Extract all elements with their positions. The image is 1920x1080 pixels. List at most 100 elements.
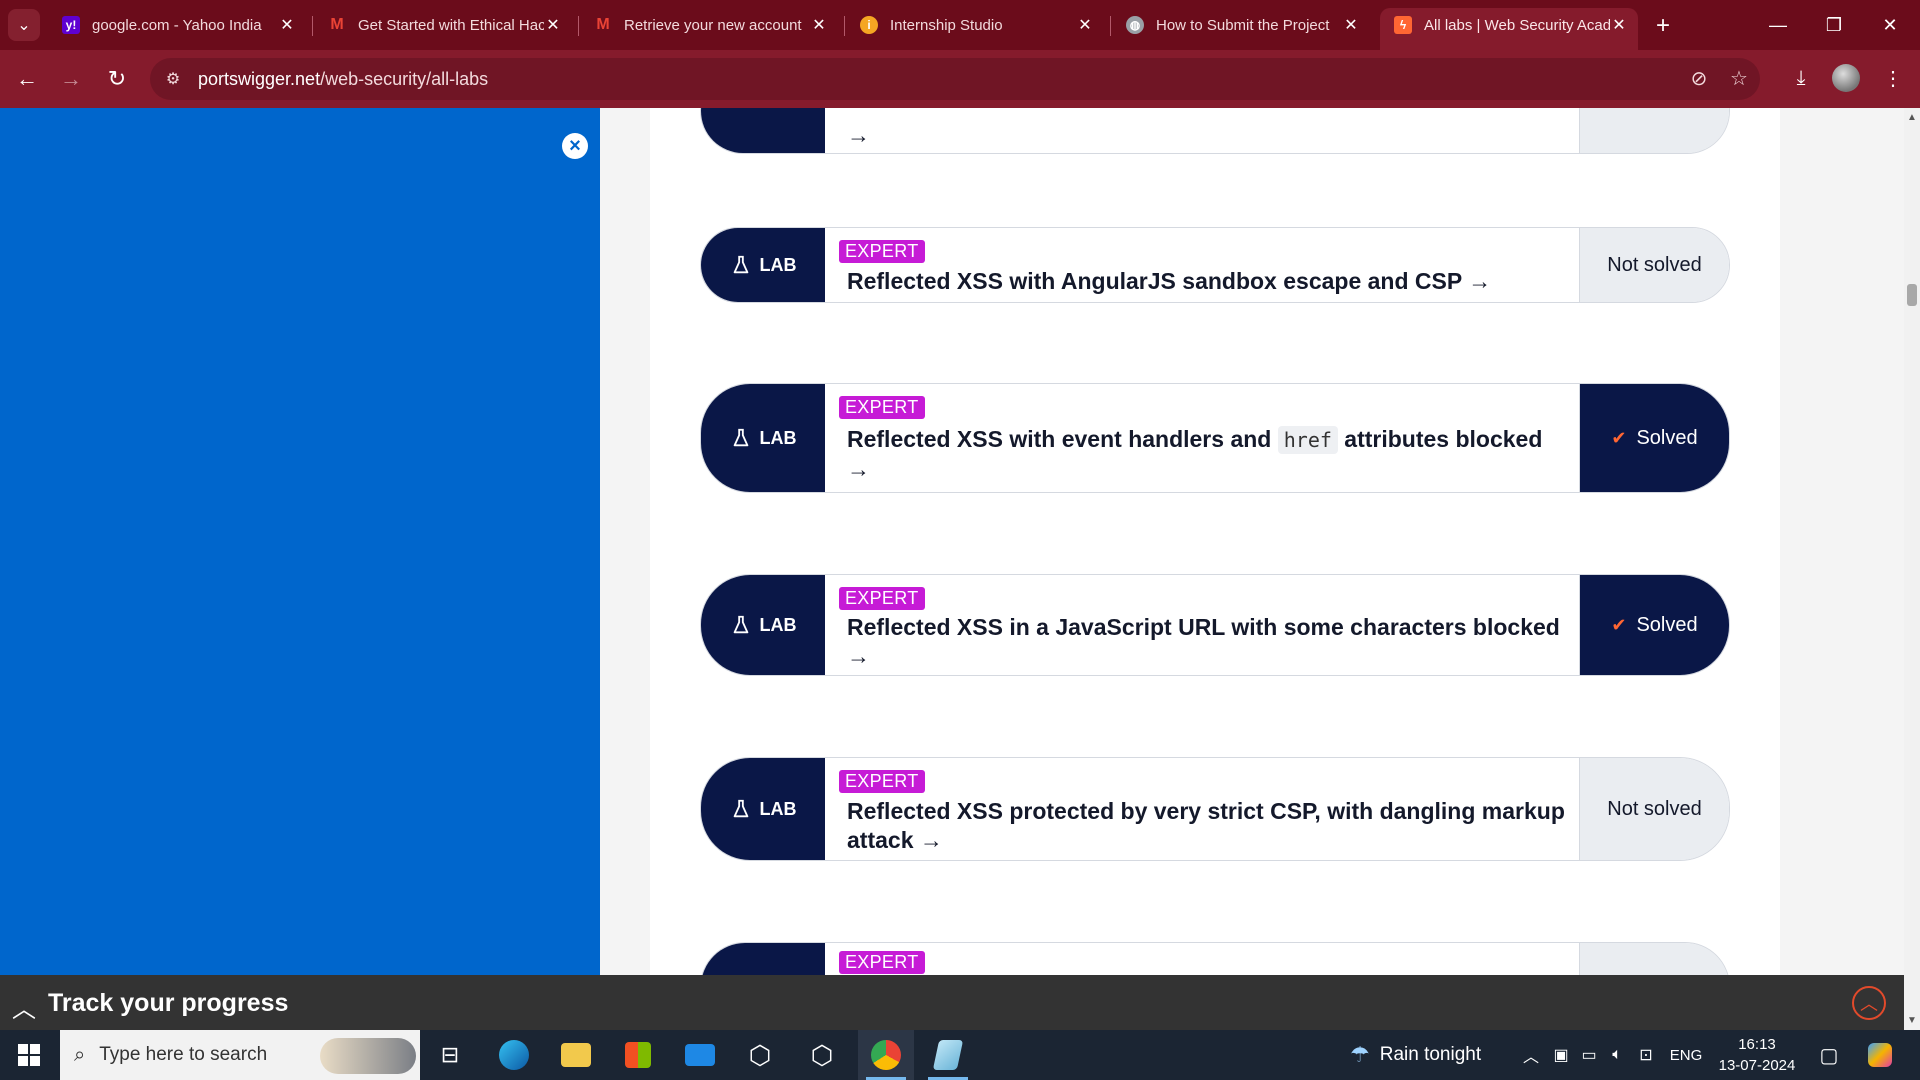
- tab-search-button[interactable]: ⌄: [8, 9, 40, 41]
- lab-title[interactable]: Reflected XSS protected by very strict C…: [847, 797, 1565, 855]
- track-progress-bar[interactable]: ︿ Track your progress ︿: [0, 975, 1904, 1030]
- url-text: portswigger.net/web-security/all-labs: [198, 69, 488, 90]
- cube-icon: ⬡: [810, 1039, 834, 1070]
- profile-avatar[interactable]: [1832, 64, 1860, 92]
- lab-title-text: Reflected XSS in a JavaScript URL with s…: [847, 614, 1560, 640]
- forward-button[interactable]: →: [52, 60, 90, 98]
- notifications-button[interactable]: ▢: [1812, 1030, 1846, 1080]
- eye-off-icon[interactable]: ⊘: [1682, 61, 1716, 95]
- close-icon[interactable]: ✕: [1342, 15, 1360, 35]
- arrow-right-icon: →: [1468, 268, 1492, 294]
- meet-now-icon[interactable]: ▣: [1548, 1030, 1574, 1080]
- lab-status: [1579, 943, 1729, 975]
- task-view-button[interactable]: ⊟: [422, 1030, 478, 1080]
- volume-icon[interactable]: 🔈︎: [1604, 1030, 1630, 1080]
- tab-yahoo[interactable]: y! google.com - Yahoo India ✕: [48, 8, 306, 42]
- arrow-right-icon: →: [847, 456, 870, 482]
- notes-app-button[interactable]: [920, 1030, 976, 1080]
- scroll-to-top-button[interactable]: ︿: [1852, 986, 1886, 1020]
- menu-dots-icon[interactable]: ⋮: [1876, 61, 1910, 95]
- chrome-icon: [871, 1040, 901, 1070]
- tab-title: Retrieve your new account: [624, 16, 802, 34]
- page-viewport: × → LAB EXPERT Reflected XSS with Angula…: [0, 108, 1904, 975]
- back-button[interactable]: ←: [8, 60, 46, 98]
- lab-status-text: Solved: [1636, 426, 1698, 449]
- tab-gmail-retrieve[interactable]: M Retrieve your new account ✕: [580, 8, 838, 42]
- plus-icon: +: [1655, 12, 1670, 39]
- virtualbox-button[interactable]: ⬡: [732, 1030, 788, 1080]
- lab-badge: LAB: [701, 575, 825, 675]
- lab-card[interactable]: LAB EXPERT Reflected XSS with AngularJS …: [700, 227, 1730, 303]
- lab-card[interactable]: LAB EXPERT Reflected XSS protected by ve…: [700, 757, 1730, 861]
- minimize-button[interactable]: —: [1750, 0, 1806, 50]
- search-icon: ⌕: [74, 1043, 86, 1066]
- virtualbox-2-button[interactable]: ⬡: [794, 1030, 850, 1080]
- close-icon[interactable]: ✕: [544, 15, 562, 35]
- tab-submit-project[interactable]: ◍ How to Submit the Project ✕: [1112, 8, 1370, 42]
- flask-icon: [733, 799, 748, 818]
- tab-separator: [844, 16, 845, 36]
- check-icon: ✔: [1611, 427, 1627, 448]
- copilot-button[interactable]: [1862, 1030, 1898, 1080]
- level-tag: EXPERT: [839, 770, 925, 793]
- file-explorer-button[interactable]: [548, 1030, 604, 1080]
- lab-card[interactable]: EXPERT: [700, 942, 1730, 975]
- lab-card[interactable]: LAB EXPERT Reflected XSS in a JavaScript…: [700, 574, 1730, 676]
- close-icon: ✕: [1882, 14, 1898, 35]
- site-settings-icon[interactable]: ⚙: [154, 60, 192, 98]
- lab-card[interactable]: →: [700, 108, 1730, 154]
- lab-title[interactable]: Reflected XSS in a JavaScript URL with s…: [847, 613, 1565, 671]
- download-icon[interactable]: ⤓: [1784, 61, 1818, 95]
- level-tag: EXPERT: [839, 396, 925, 419]
- lab-status: ✔ Solved: [1579, 575, 1729, 675]
- tab-internship-studio[interactable]: i Internship Studio ✕: [846, 8, 1104, 42]
- lab-card[interactable]: LAB EXPERT Reflected XSS with event hand…: [700, 383, 1730, 493]
- close-icon[interactable]: ✕: [278, 15, 296, 35]
- lab-main: EXPERT Reflected XSS with AngularJS sand…: [825, 228, 1579, 302]
- lab-title[interactable]: →: [847, 121, 1565, 150]
- mail-button[interactable]: [672, 1030, 728, 1080]
- chevron-up-icon: ︿: [1522, 1049, 1539, 1066]
- lab-badge: LAB: [701, 384, 825, 492]
- task-view-icon: ⊟: [440, 1042, 460, 1067]
- lab-title[interactable]: Reflected XSS with AngularJS sandbox esc…: [847, 267, 1565, 296]
- new-tab-button[interactable]: +: [1648, 11, 1678, 41]
- network-icon[interactable]: ⊡: [1632, 1030, 1660, 1080]
- lab-status: Not solved: [1579, 228, 1729, 302]
- bookmark-star-icon[interactable]: ☆: [1722, 61, 1756, 95]
- chrome-button[interactable]: [858, 1030, 914, 1080]
- arrow-right-icon: →: [847, 122, 870, 148]
- start-button[interactable]: [0, 1030, 58, 1080]
- lab-title[interactable]: Reflected XSS with event handlers and hr…: [847, 425, 1565, 484]
- weather-widget[interactable]: ☂ Rain tonight: [1350, 1030, 1481, 1080]
- show-hidden-icons-button[interactable]: ︿: [1516, 1030, 1546, 1080]
- page-scrollbar[interactable]: ▲ ▼: [1904, 108, 1920, 1030]
- clock[interactable]: 16:13 13-07-2024: [1710, 1034, 1804, 1076]
- address-bar[interactable]: ⚙ portswigger.net/web-security/all-labs: [150, 58, 1760, 100]
- scroll-up-arrow-icon[interactable]: ▲: [1904, 112, 1920, 123]
- clock-time: 16:13: [1738, 1036, 1776, 1053]
- scroll-down-arrow-icon[interactable]: ▼: [1904, 1015, 1920, 1026]
- reload-icon: ↻: [107, 66, 127, 91]
- battery-icon[interactable]: ▭: [1576, 1030, 1602, 1080]
- close-sidebar-button[interactable]: ×: [562, 133, 588, 159]
- edge-button[interactable]: [486, 1030, 542, 1080]
- tab-gmail-ethical[interactable]: M Get Started with Ethical Hacking ✕: [314, 8, 572, 42]
- gmail-icon: M: [596, 16, 610, 33]
- store-icon: [625, 1042, 651, 1068]
- tab-title: All labs | Web Security Academy: [1424, 16, 1610, 34]
- tab-title: How to Submit the Project: [1156, 16, 1330, 34]
- scrollbar-thumb[interactable]: [1907, 284, 1917, 306]
- close-icon[interactable]: ✕: [1076, 15, 1094, 35]
- close-window-button[interactable]: ✕: [1862, 0, 1918, 50]
- close-icon[interactable]: ✕: [810, 15, 828, 35]
- taskbar-search-box[interactable]: ⌕ Type here to search: [60, 1030, 420, 1080]
- close-icon[interactable]: ✕: [1610, 15, 1628, 35]
- language-indicator[interactable]: ENG: [1664, 1030, 1708, 1080]
- restore-button[interactable]: ❐: [1806, 0, 1862, 50]
- store-button[interactable]: [610, 1030, 666, 1080]
- lab-title-text: Reflected XSS with AngularJS sandbox esc…: [847, 268, 1462, 294]
- tab-all-labs[interactable]: ϟ All labs | Web Security Academy ✕: [1380, 8, 1638, 50]
- lab-status: Not solved: [1579, 758, 1729, 860]
- reload-button[interactable]: ↻: [98, 60, 136, 98]
